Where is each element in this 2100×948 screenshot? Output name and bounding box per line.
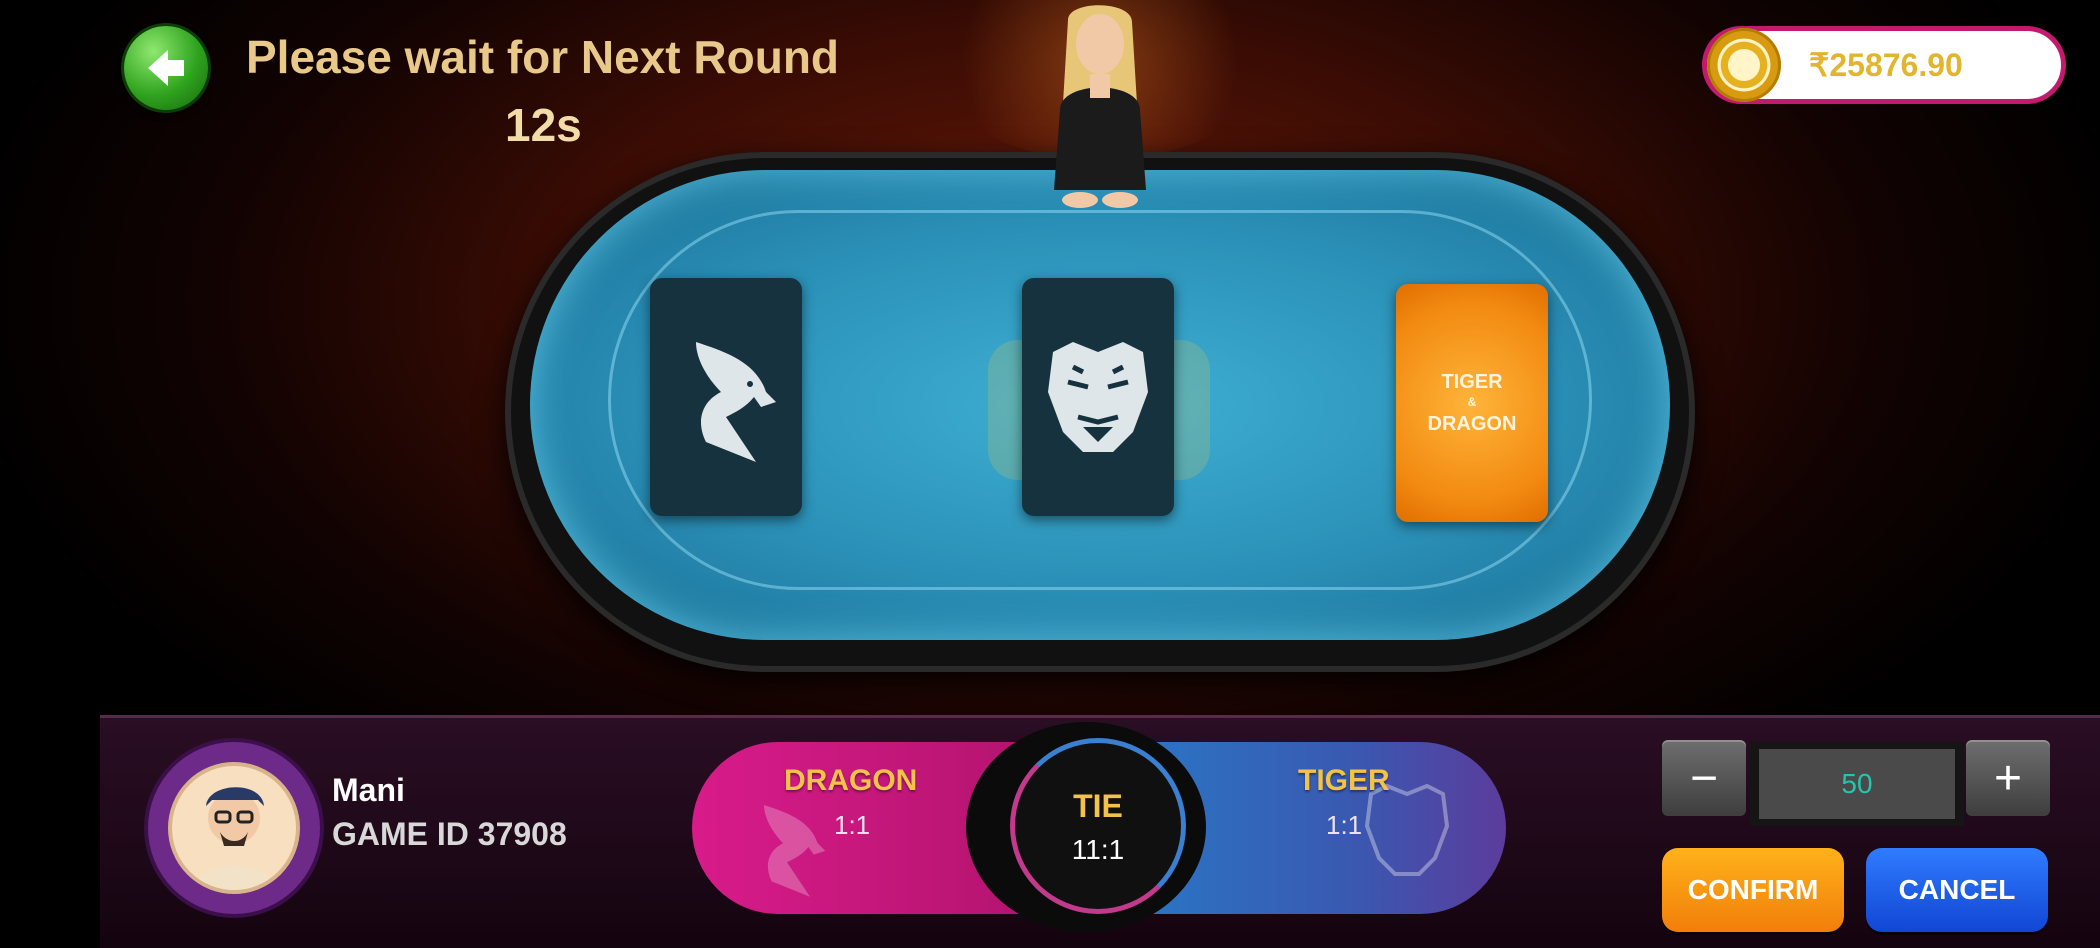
dragon-card-slot (650, 278, 802, 516)
coin-icon (1707, 28, 1781, 102)
dragon-watermark-icon (764, 804, 826, 897)
dealer-avatar (1054, 5, 1146, 208)
arrow-left-icon (148, 50, 184, 86)
increase-bet-button[interactable]: + (1966, 740, 2050, 816)
round-status-title: Please wait for Next Round (246, 31, 840, 83)
person-icon (194, 787, 274, 890)
player-game-id: GAME ID 37908 (332, 816, 567, 852)
tiger-card-slot (1022, 278, 1174, 516)
bet-amount-value: 50 (1759, 749, 1955, 819)
balance-value: ₹25876.90 (1809, 47, 1963, 83)
round-countdown: 12s (505, 99, 582, 151)
bet-dragon-label: DRAGON (784, 764, 918, 797)
bet-tiger-label: TIGER (1298, 764, 1390, 797)
bet-tie-ring (1010, 738, 1186, 914)
wallet-balance: ₹25876.90 (1702, 26, 2066, 104)
bet-tiger-odds: 1:1 (1326, 810, 1363, 840)
dragon-icon (696, 342, 776, 462)
cancel-button[interactable]: CANCEL (1866, 848, 2048, 932)
card-back-dragon-text: DRAGON (1427, 412, 1517, 435)
decrease-bet-button[interactable]: − (1662, 740, 1746, 816)
bet-amount-field[interactable]: 50 (1750, 742, 1964, 826)
card-back-ampersand: & (1467, 395, 1477, 410)
back-button[interactable] (124, 26, 208, 110)
tiger-icon (1048, 342, 1148, 452)
player-avatar-image (168, 762, 300, 894)
player-name: Mani (332, 772, 405, 808)
card-back-tiger-text: TIGER (1441, 371, 1503, 394)
bet-tie-odds: 11:1 (1071, 834, 1125, 865)
bet-dragon-odds: 1:1 (834, 810, 871, 840)
confirm-button[interactable]: CONFIRM (1662, 848, 1844, 932)
bet-tie-label: TIE (1073, 788, 1123, 824)
player-avatar (148, 742, 320, 914)
deck-card-back: TIGER & DRAGON (1396, 284, 1548, 522)
